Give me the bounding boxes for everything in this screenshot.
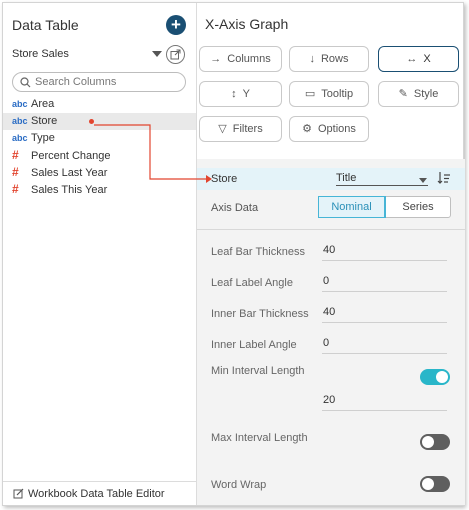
chip-label: Style: [413, 88, 439, 100]
toggle-knob: [422, 436, 434, 448]
chevron-down-icon[interactable]: [152, 51, 162, 57]
tooltip-icon: ▭: [304, 88, 316, 100]
column-name: Type: [31, 132, 55, 144]
leaf-bar-thickness-input[interactable]: 40: [322, 241, 447, 261]
options-chip[interactable]: ⚙ Options: [289, 116, 369, 142]
filter-icon: ▽: [218, 123, 227, 135]
sort-icon[interactable]: [437, 171, 451, 185]
external-link-icon: [170, 49, 181, 60]
column-name: Sales This Year: [31, 184, 108, 196]
text-type-icon: abc: [12, 116, 28, 126]
assigned-column-row[interactable]: Store Title: [197, 168, 465, 190]
arrow-right-icon: →: [210, 53, 222, 65]
data-source-select[interactable]: Store Sales: [12, 48, 152, 64]
word-wrap-label: Word Wrap: [211, 479, 267, 491]
inner-label-angle-label: Inner Label Angle: [211, 339, 297, 351]
toggle-knob: [436, 371, 448, 383]
x-chip[interactable]: ↔ X: [378, 46, 459, 72]
chip-label: Options: [317, 123, 356, 135]
chip-label: Filters: [232, 123, 263, 135]
min-interval-length-input[interactable]: 20: [322, 391, 447, 411]
arrow-down-icon: ↓: [309, 53, 315, 65]
columns-chip[interactable]: → Columns: [199, 46, 282, 72]
text-type-icon: abc: [12, 133, 28, 143]
style-chip[interactable]: ✎ Style: [378, 81, 459, 107]
max-interval-length-toggle[interactable]: [420, 434, 450, 450]
chip-label: X: [423, 53, 431, 65]
chip-label: Columns: [227, 53, 271, 65]
min-interval-length-toggle[interactable]: [420, 369, 450, 385]
column-item-sales-last-year[interactable]: # Sales Last Year: [3, 164, 196, 181]
column-item-area[interactable]: abc Area: [3, 96, 196, 113]
toggle-knob: [422, 478, 434, 490]
assigned-column-label: Store: [211, 173, 238, 185]
chevron-down-icon[interactable]: [419, 178, 427, 183]
leaf-label-angle-input[interactable]: 0: [322, 272, 447, 292]
column-name: Area: [31, 98, 55, 110]
inner-bar-thickness-input[interactable]: 40: [322, 303, 447, 323]
numeric-type-icon: #: [12, 148, 19, 162]
edit-icon: [13, 488, 24, 499]
column-name: Sales Last Year: [31, 167, 108, 179]
workbook-data-table-editor-button[interactable]: Workbook Data Table Editor: [3, 481, 196, 505]
add-data-table-button[interactable]: +: [166, 15, 186, 35]
column-item-type[interactable]: abc Type: [3, 130, 196, 147]
column-list: abc Area abc Store abc Type # Percent Change…: [3, 96, 196, 198]
y-chip[interactable]: ↕ Y: [199, 81, 282, 107]
column-item-store[interactable]: abc Store: [3, 113, 196, 130]
word-wrap-toggle[interactable]: [420, 476, 450, 492]
drag-handle-dot[interactable]: [89, 119, 94, 124]
min-interval-length-label: Min Interval Length: [211, 365, 305, 377]
search-columns-input[interactable]: [35, 75, 181, 89]
arrow-left-right-icon: ↔: [406, 53, 418, 65]
inner-bar-thickness-label: Inner Bar Thickness: [211, 308, 309, 320]
tooltip-chip[interactable]: ▭ Tooltip: [289, 81, 369, 107]
chip-label: Y: [242, 88, 250, 100]
label-mode-select[interactable]: Title: [336, 172, 428, 186]
text-type-icon: abc: [12, 99, 28, 109]
axis-data-label: Axis Data: [211, 202, 259, 214]
chip-label: Tooltip: [321, 88, 354, 100]
column-name: Store: [31, 115, 58, 127]
column-item-percent-change[interactable]: # Percent Change: [3, 147, 196, 164]
panel-title: Data Table: [12, 17, 79, 33]
chip-label: Rows: [320, 53, 349, 65]
numeric-type-icon: #: [12, 165, 19, 179]
rows-chip[interactable]: ↓ Rows: [289, 46, 369, 72]
axis-data-toggle: Nominal Series: [318, 196, 451, 218]
series-option[interactable]: Series: [386, 197, 450, 217]
brush-icon: ✎: [398, 88, 408, 100]
inner-label-angle-input[interactable]: 0: [322, 334, 447, 354]
column-item-sales-this-year[interactable]: # Sales This Year: [3, 181, 196, 198]
window-frame: Data Table + Store Sales abcArea abcStor…: [2, 2, 465, 506]
search-icon: [20, 77, 31, 88]
filters-chip[interactable]: ▽ Filters: [199, 116, 282, 142]
x-axis-graph-panel: X-Axis Graph → Columns ↓ Rows ↔ X ↕ Y ▭ Toolt…: [197, 3, 465, 505]
gear-icon: ⚙: [302, 123, 312, 135]
numeric-type-icon: #: [12, 182, 19, 196]
arrow-up-down-icon: ↕: [231, 88, 237, 100]
column-name: Percent Change: [31, 150, 111, 162]
section-divider: [197, 229, 465, 230]
search-box[interactable]: [12, 72, 186, 92]
footer-label: Workbook Data Table Editor: [28, 488, 165, 500]
leaf-bar-thickness-label: Leaf Bar Thickness: [211, 246, 305, 258]
nominal-option[interactable]: Nominal: [318, 196, 386, 218]
open-external-button[interactable]: [166, 45, 185, 64]
max-interval-length-label: Max Interval Length: [211, 432, 308, 444]
panel-title: X-Axis Graph: [205, 16, 289, 32]
data-table-panel: Data Table + Store Sales abcArea abcStor…: [3, 3, 197, 505]
leaf-label-angle-label: Leaf Label Angle: [211, 277, 293, 289]
